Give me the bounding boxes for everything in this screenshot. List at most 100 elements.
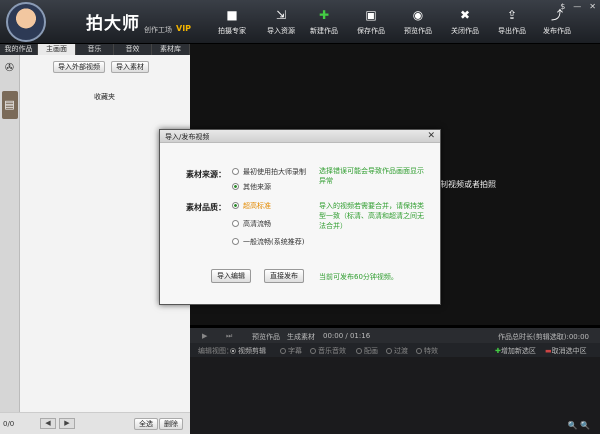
player-controls: ▶ ⏭ 预览作品 生成素材 00:00 / 01:16 作品总时长(剪辑选取):… bbox=[190, 328, 600, 344]
source-option-other[interactable]: 其他来源 bbox=[232, 182, 271, 192]
import-publish-dialog: 导入/发布视频 ✕ 素材来源： 最初使用拍大师录制 其他来源 选择错误可能会导致… bbox=[159, 129, 441, 305]
import-icon: ⇲ bbox=[275, 8, 287, 22]
dialog-titlebar: 导入/发布视频 ✕ bbox=[160, 130, 440, 143]
vip-badge: VIP bbox=[176, 24, 192, 33]
tab-material-library[interactable]: 素材库 bbox=[152, 44, 190, 55]
radio-icon bbox=[232, 220, 239, 227]
tab-main-screen[interactable]: 主画面 bbox=[38, 44, 76, 55]
import-edit-button[interactable]: 导入编辑 bbox=[211, 269, 251, 283]
timeline-area[interactable]: 🔍 🔍 bbox=[190, 357, 600, 434]
view-option-label: 字幕 bbox=[288, 347, 302, 355]
app-subtitle: 创作工场 bbox=[144, 26, 172, 34]
step-icon[interactable]: ⏭ bbox=[226, 332, 232, 341]
film-reel-icon[interactable]: ✇ bbox=[3, 61, 17, 75]
import-external-video-button[interactable]: 导入外部视频 bbox=[53, 61, 105, 73]
total-duration: 作品总时长(剪辑选取):00:00 bbox=[498, 333, 589, 341]
dialog-close-icon[interactable]: ✕ bbox=[427, 131, 435, 141]
favorites-label: 收藏夹 bbox=[94, 93, 115, 101]
view-option-effects[interactable]: 特效 bbox=[416, 346, 438, 356]
view-option-label: 音乐音效 bbox=[318, 347, 346, 355]
toolbar-shoot-expert[interactable]: ■ 拍摄专家 bbox=[207, 8, 257, 36]
eye-icon: ◉ bbox=[412, 8, 424, 22]
window-controls: $ — ✕ bbox=[560, 2, 596, 11]
edit-view-bar: 编辑视图： 视频剪辑 字幕 音乐音效 配画 过渡 特效 ✚增加新选区 ▬取消选中… bbox=[190, 343, 600, 357]
quality-option-label: 高清流畅 bbox=[243, 220, 271, 228]
source-option-label: 其他来源 bbox=[243, 183, 271, 191]
view-option-video-edit[interactable]: 视频剪辑 bbox=[230, 346, 266, 356]
quality-note: 导入的视频若需要合并，请保持类型一致（标清、高清和超清之间无法合并） bbox=[319, 202, 424, 230]
top-toolbar: 拍大师 创作工场 VIP ■ 拍摄专家 ⇲ 导入资源 ✚ 新建作品 ▣ 保存作品… bbox=[0, 0, 600, 44]
radio-icon bbox=[232, 168, 239, 175]
side-strip: ✇ ▤ bbox=[0, 55, 20, 434]
quality-option-label: 超高标准 bbox=[243, 202, 271, 210]
image-icon[interactable]: ▤ bbox=[1, 91, 18, 119]
publish-note: 当前可发布60分钟视频。 bbox=[319, 273, 398, 281]
app-logo bbox=[6, 2, 46, 42]
quality-option-ultra[interactable]: 超高标准 bbox=[232, 201, 271, 211]
app-title: 拍大师 bbox=[86, 14, 140, 34]
page-count: 0/0 bbox=[3, 420, 15, 428]
camera-icon: ■ bbox=[226, 8, 238, 22]
toolbar-new-work[interactable]: ✚ 新建作品 bbox=[299, 8, 349, 36]
radio-icon bbox=[386, 348, 392, 354]
delete-button[interactable]: 删除 bbox=[159, 418, 183, 430]
view-option-label: 配画 bbox=[364, 347, 378, 355]
radio-icon bbox=[232, 183, 239, 190]
toolbar-publish-work[interactable]: ⤴ 发布作品 bbox=[532, 8, 582, 36]
source-option-recorded[interactable]: 最初使用拍大师录制 bbox=[232, 167, 306, 177]
quality-label: 素材品质： bbox=[186, 203, 226, 212]
save-icon: ▣ bbox=[365, 8, 377, 22]
radio-icon bbox=[416, 348, 422, 354]
toolbar-export-work[interactable]: ⇪ 导出作品 bbox=[487, 8, 537, 36]
source-option-label: 最初使用拍大师录制 bbox=[243, 168, 306, 176]
tab-sound-effects[interactable]: 音效 bbox=[114, 44, 152, 55]
preview-work-button[interactable]: 预览作品 bbox=[252, 332, 280, 342]
skin-button[interactable]: $ bbox=[560, 2, 565, 11]
close-doc-icon: ✖ bbox=[459, 8, 471, 22]
play-icon[interactable]: ▶ bbox=[202, 332, 207, 340]
prev-page-button[interactable]: ◀ bbox=[40, 418, 56, 429]
view-option-subtitle[interactable]: 字幕 bbox=[280, 346, 302, 356]
new-icon: ✚ bbox=[318, 8, 330, 22]
left-tabs: 我的作品 主画面 音乐 音效 素材库 bbox=[0, 44, 190, 55]
time-display: 00:00 / 01:16 bbox=[323, 332, 371, 340]
radio-icon bbox=[356, 348, 362, 354]
radio-icon bbox=[232, 238, 239, 245]
close-window-button[interactable]: ✕ bbox=[589, 2, 596, 11]
radio-icon bbox=[310, 348, 316, 354]
toolbar-preview-work[interactable]: ◉ 预览作品 bbox=[393, 8, 443, 36]
source-label: 素材来源： bbox=[186, 170, 226, 179]
add-segment-button[interactable]: ✚增加新选区 bbox=[495, 346, 536, 356]
generate-material-button[interactable]: 生成素材 bbox=[287, 332, 315, 342]
left-bottom-bar: 0/0 ◀ ▶ 全选 删除 bbox=[0, 412, 190, 434]
tab-music[interactable]: 音乐 bbox=[76, 44, 114, 55]
dialog-body: 素材来源： 最初使用拍大师录制 其他来源 选择错误可能会导致作品画面显示异常 素… bbox=[160, 143, 442, 304]
minimize-button[interactable]: — bbox=[573, 2, 581, 11]
cancel-segment-button[interactable]: ▬取消选中区 bbox=[545, 346, 587, 356]
cancel-segment-label: 取消选中区 bbox=[551, 347, 587, 355]
quality-option-hd[interactable]: 高清流畅 bbox=[232, 219, 271, 229]
view-option-label: 过渡 bbox=[394, 347, 408, 355]
zoom-icons[interactable]: 🔍 🔍 bbox=[568, 421, 590, 430]
radio-icon bbox=[232, 202, 239, 209]
view-option-painting[interactable]: 配画 bbox=[356, 346, 378, 356]
select-all-button[interactable]: 全选 bbox=[134, 418, 158, 430]
preview-hint: 制视频或者拍照 bbox=[440, 180, 496, 189]
quality-option-normal[interactable]: 一般流畅(系统推荐) bbox=[232, 237, 304, 247]
view-option-music[interactable]: 音乐音效 bbox=[310, 346, 346, 356]
quality-option-label: 一般流畅(系统推荐) bbox=[243, 238, 305, 246]
next-page-button[interactable]: ▶ bbox=[59, 418, 75, 429]
view-option-label: 视频剪辑 bbox=[238, 347, 266, 355]
source-note: 选择错误可能会导致作品画面显示异常 bbox=[319, 167, 424, 185]
direct-publish-button[interactable]: 直接发布 bbox=[264, 269, 304, 283]
edit-view-label: 编辑视图： bbox=[198, 347, 233, 355]
dialog-title: 导入/发布视频 bbox=[165, 133, 210, 141]
tab-my-works[interactable]: 我的作品 bbox=[0, 44, 38, 55]
minus-icon: ▬ bbox=[545, 347, 552, 355]
toolbar-save-work[interactable]: ▣ 保存作品 bbox=[346, 8, 396, 36]
radio-icon bbox=[230, 348, 236, 354]
toolbar-close-work[interactable]: ✖ 关闭作品 bbox=[440, 8, 490, 36]
view-option-transition[interactable]: 过渡 bbox=[386, 346, 408, 356]
radio-icon bbox=[280, 348, 286, 354]
import-material-button[interactable]: 导入素材 bbox=[111, 61, 149, 73]
